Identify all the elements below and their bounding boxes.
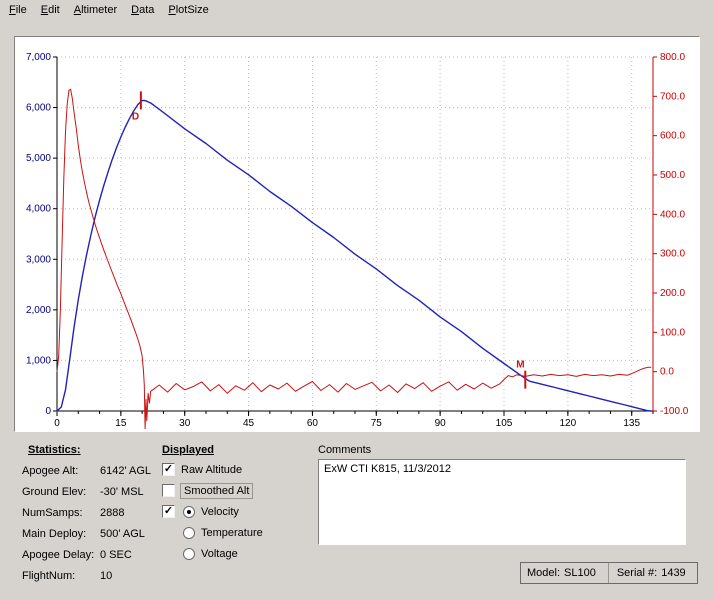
svg-text:45: 45 (243, 418, 255, 429)
svg-text:1,000: 1,000 (26, 355, 51, 366)
stat-label: NumSamps: (22, 507, 83, 519)
model-serial-box: Model: SL100 Serial #: 1439 (520, 562, 698, 584)
stat-apogee-delay: Apogee Delay: 0 SEC (22, 549, 155, 561)
voltage-label: Voltage (201, 547, 238, 560)
stat-value: 0 SEC (100, 549, 132, 561)
smoothed-alt-row: Smoothed Alt (162, 482, 302, 499)
svg-text:120: 120 (560, 418, 577, 429)
model-label: Model: (527, 567, 561, 579)
svg-text:90: 90 (435, 418, 447, 429)
raw-altitude-checkbox[interactable] (162, 463, 175, 476)
serial-label: Serial #: (616, 567, 658, 579)
velocity-row: Velocity (162, 504, 302, 519)
raw-altitude-row: Raw Altitude (162, 462, 302, 477)
stat-apogee-alt: Apogee Alt: 6142' AGL (22, 465, 155, 477)
svg-text:D: D (132, 111, 139, 122)
menu-bar: File Edit Altimeter Data PlotSize (0, 0, 714, 19)
stat-value: 6142' AGL (100, 465, 152, 477)
svg-text:400.0: 400.0 (660, 209, 685, 220)
svg-text:3,000: 3,000 (26, 254, 51, 265)
displayed-section: Displayed Raw Altitude Smoothed Alt Velo… (162, 444, 302, 567)
svg-text:700.0: 700.0 (660, 91, 685, 102)
voltage-row: Voltage (162, 546, 302, 561)
svg-text:135: 135 (623, 418, 640, 429)
svg-text:7,000: 7,000 (26, 52, 51, 63)
serial-value: 1439 (661, 567, 686, 579)
comments-label: Comments (318, 444, 372, 456)
stat-label: FlightNum: (22, 570, 76, 582)
svg-text:5,000: 5,000 (26, 153, 51, 164)
stat-label: Apogee Alt: (22, 465, 79, 477)
stat-value: 10 (100, 570, 113, 582)
stat-main-deploy: Main Deploy: 500' AGL (22, 528, 155, 540)
flight-plot: 0 1,000 2,000 3,000 4,000 5,000 6,000 7,000 -100… (26, 52, 689, 429)
model-value: SL100 (564, 567, 596, 579)
smoothed-alt-checkbox[interactable] (162, 484, 175, 497)
stat-value: 500' AGL (100, 528, 145, 540)
statistics-heading: Statistics: (28, 444, 81, 456)
svg-text:105: 105 (496, 418, 513, 429)
svg-text:200.0: 200.0 (660, 288, 685, 299)
raw-altitude-label: Raw Altitude (181, 463, 243, 476)
temperature-radio[interactable] (183, 526, 195, 539)
svg-text:500.0: 500.0 (660, 170, 685, 181)
svg-text:300.0: 300.0 (660, 249, 685, 260)
stat-ground-elev: Ground Elev: -30' MSL (22, 486, 155, 498)
comments-group: Comments ExW CTI K815, 11/3/2012 (318, 444, 690, 545)
voltage-radio[interactable] (183, 547, 195, 560)
chart-panel: 0 1,000 2,000 3,000 4,000 5,000 6,000 7,000 -100… (14, 36, 700, 432)
svg-text:30: 30 (179, 418, 191, 429)
svg-text:6,000: 6,000 (26, 103, 51, 114)
statistics-section: Statistics: Apogee Alt: 6142' AGL Ground … (20, 444, 155, 591)
stat-label: Main Deploy: (22, 528, 87, 540)
svg-text:800.0: 800.0 (660, 52, 685, 63)
stat-value: 2888 (100, 507, 125, 519)
stat-flightnum: FlightNum: 10 (22, 570, 155, 582)
temperature-label: Temperature (201, 526, 263, 539)
velocity-radio[interactable] (183, 505, 195, 518)
divider (607, 563, 609, 583)
stat-label: Apogee Delay: (22, 549, 95, 561)
svg-text:15: 15 (115, 418, 127, 429)
comments-textarea[interactable]: ExW CTI K815, 11/3/2012 (318, 459, 686, 545)
temperature-row: Temperature (162, 525, 302, 540)
svg-text:-100.0: -100.0 (660, 406, 689, 417)
svg-text:60: 60 (307, 418, 319, 429)
svg-text:600.0: 600.0 (660, 131, 685, 142)
menu-altimeter[interactable]: Altimeter (67, 1, 124, 19)
app-window: File Edit Altimeter Data PlotSize 0 1,000… (0, 0, 714, 600)
smoothed-alt-label: Smoothed Alt (180, 482, 254, 499)
stat-numsamps: NumSamps: 2888 (22, 507, 155, 519)
svg-text:0: 0 (45, 406, 51, 417)
velocity-label: Velocity (201, 505, 239, 518)
menu-edit[interactable]: Edit (34, 1, 67, 19)
svg-text:4,000: 4,000 (26, 204, 51, 215)
menu-plotsize[interactable]: PlotSize (161, 1, 215, 19)
svg-text:0.0: 0.0 (660, 367, 674, 378)
svg-text:75: 75 (371, 418, 383, 429)
menu-data[interactable]: Data (124, 1, 161, 19)
velocity-checkbox[interactable] (162, 505, 175, 518)
svg-text:100.0: 100.0 (660, 327, 685, 338)
stat-label: Ground Elev: (22, 486, 87, 498)
menu-file[interactable]: File (2, 1, 34, 19)
displayed-heading: Displayed (162, 444, 214, 456)
svg-text:2,000: 2,000 (26, 305, 51, 316)
stat-value: -30' MSL (100, 486, 144, 498)
svg-text:M: M (516, 360, 524, 371)
svg-text:0: 0 (54, 418, 60, 429)
